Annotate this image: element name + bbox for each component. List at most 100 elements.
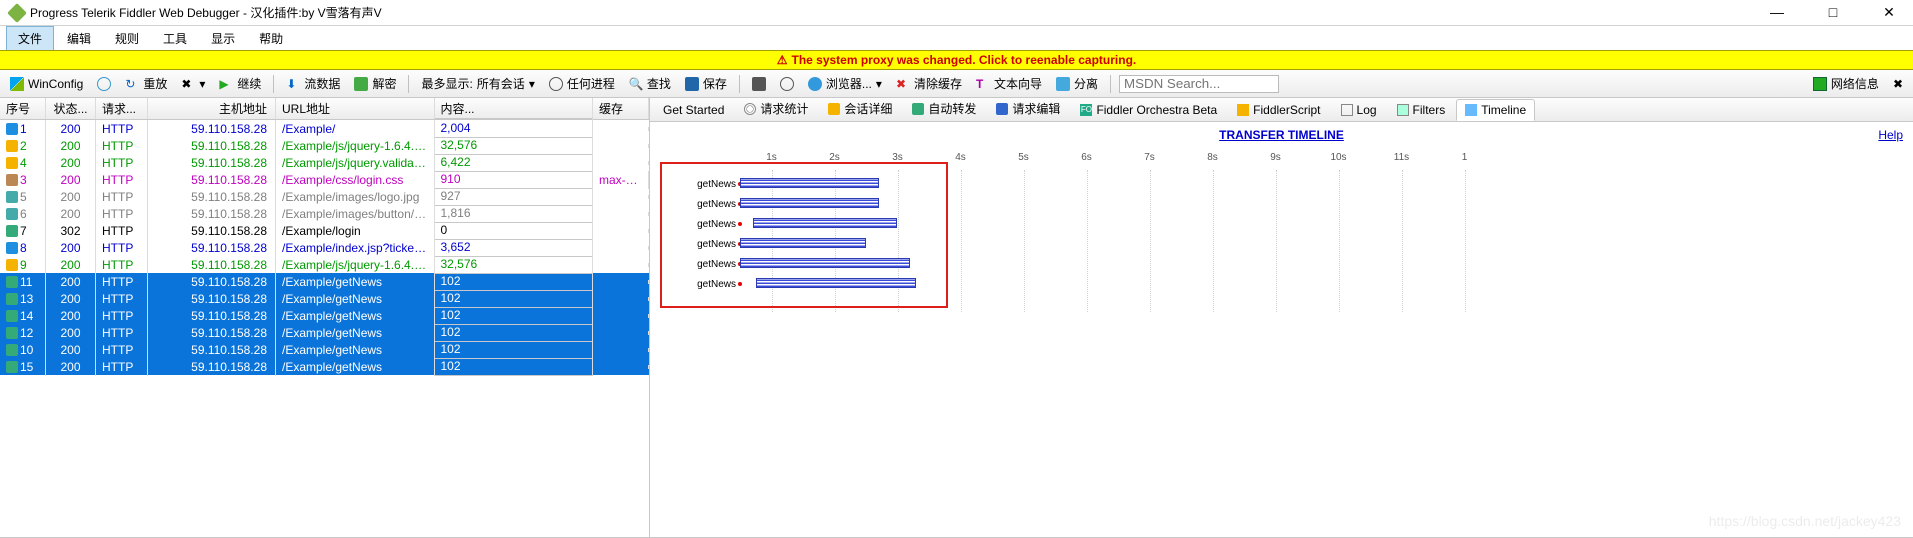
session-row[interactable]: 6200HTTP59.110.158.28/Example/images/but… xyxy=(0,205,649,222)
tab-inspectors[interactable]: 会话详细 xyxy=(819,96,901,121)
any-process-button[interactable]: 任何进程 xyxy=(545,73,619,94)
timeline-row[interactable]: getNews xyxy=(660,194,1893,214)
row-type-icon xyxy=(6,140,18,152)
tab-autoresponder[interactable]: 自动转发 xyxy=(903,96,985,121)
menu-help[interactable]: 帮助 xyxy=(248,27,294,50)
decode-button[interactable]: 解密 xyxy=(350,73,400,94)
row-status: 200 xyxy=(46,120,96,138)
menu-edit[interactable]: 编辑 xyxy=(56,27,102,50)
close-button[interactable]: ✕ xyxy=(1875,4,1903,21)
session-row[interactable]: 5200HTTP59.110.158.28/Example/images/log… xyxy=(0,188,649,205)
tab-orchestra[interactable]: FOFiddler Orchestra Beta xyxy=(1071,99,1226,121)
timeline-tick: 7s xyxy=(1118,152,1181,163)
timer-button[interactable] xyxy=(776,75,798,93)
find-icon: 🔍 xyxy=(629,77,643,91)
online-button[interactable]: 网络信息 xyxy=(1809,73,1883,94)
col-proto[interactable]: 请求... xyxy=(96,98,148,119)
comment-button[interactable] xyxy=(93,75,115,93)
timeline-row[interactable]: getNews xyxy=(660,254,1893,274)
session-row[interactable]: 12200HTTP59.110.158.28/Example/getNews10… xyxy=(0,324,649,341)
session-row[interactable]: 2200HTTP59.110.158.28/Example/js/jquery-… xyxy=(0,137,649,154)
tab-composer[interactable]: 请求编辑 xyxy=(987,96,1069,121)
row-cache xyxy=(593,195,649,199)
row-proto: HTTP xyxy=(96,205,148,223)
session-row[interactable]: 4200HTTP59.110.158.28/Example/js/jquery.… xyxy=(0,154,649,171)
screen-icon xyxy=(1813,77,1827,91)
timeline-tick: 6s xyxy=(1055,152,1118,163)
session-row[interactable]: 14200HTTP59.110.158.28/Example/getNews10… xyxy=(0,307,649,324)
timeline-row[interactable]: getNews xyxy=(660,274,1893,294)
col-url[interactable]: URL地址 xyxy=(276,98,435,119)
menu-file[interactable]: 文件 xyxy=(6,26,54,51)
menu-tools[interactable]: 工具 xyxy=(152,27,198,50)
row-status: 200 xyxy=(46,358,96,376)
menu-view[interactable]: 显示 xyxy=(200,27,246,50)
maximize-button[interactable]: □ xyxy=(1819,4,1847,21)
row-proto: HTTP xyxy=(96,324,148,342)
screenshot-button[interactable] xyxy=(748,75,770,93)
row-status: 200 xyxy=(46,290,96,308)
timeline-tick: 11s xyxy=(1370,152,1433,163)
timeline-label: getNews xyxy=(660,199,740,210)
save-button[interactable]: 保存 xyxy=(681,73,731,94)
textwizard-button[interactable]: T文本向导 xyxy=(972,73,1046,94)
row-url: /Example/index.jsp?ticket=ST-16108846481… xyxy=(276,239,435,257)
timeline-row[interactable]: getNews xyxy=(660,234,1893,254)
tab-getstarted[interactable]: Get Started xyxy=(654,99,733,121)
row-status: 200 xyxy=(46,205,96,223)
row-status: 200 xyxy=(46,154,96,172)
minimize-button[interactable]: — xyxy=(1763,4,1791,21)
session-row[interactable]: 7302HTTP59.110.158.28/Example/login0 xyxy=(0,222,649,239)
winconfig-button[interactable]: WinConfig xyxy=(6,75,87,93)
tab-log[interactable]: Log xyxy=(1332,99,1386,121)
proxy-notice[interactable]: ⚠ The system proxy was changed. Click to… xyxy=(0,50,1913,70)
session-row[interactable]: 11200HTTP59.110.158.28/Example/getNews10… xyxy=(0,273,649,290)
row-cache xyxy=(593,314,649,318)
tab-filters[interactable]: Filters xyxy=(1388,99,1455,121)
tab-timeline[interactable]: Timeline xyxy=(1456,99,1535,121)
col-host[interactable]: 主机地址 xyxy=(148,98,276,119)
help-link[interactable]: Help xyxy=(1878,128,1903,142)
timeline-row[interactable]: getNews xyxy=(660,214,1893,234)
remove-button[interactable]: ✖▾ xyxy=(177,75,209,93)
row-type-icon xyxy=(6,208,18,220)
session-row[interactable]: 10200HTTP59.110.158.28/Example/getNews10… xyxy=(0,341,649,358)
msdn-search-input[interactable] xyxy=(1119,75,1279,93)
row-type-icon xyxy=(6,259,18,271)
tab-stats[interactable]: 请求统计 xyxy=(735,96,817,121)
row-host: 59.110.158.28 xyxy=(148,341,276,359)
tab-fiddlerscript[interactable]: FiddlerScript xyxy=(1228,99,1329,121)
session-row[interactable]: 9200HTTP59.110.158.28/Example/js/jquery-… xyxy=(0,256,649,273)
row-proto: HTTP xyxy=(96,358,148,376)
replay-button[interactable]: ↻重放 xyxy=(121,73,171,94)
browse-button[interactable]: 浏览器... ▾ xyxy=(804,73,886,94)
row-proto: HTTP xyxy=(96,120,148,138)
row-host: 59.110.158.28 xyxy=(148,120,276,138)
row-proto: HTTP xyxy=(96,222,148,240)
session-row[interactable]: 3200HTTP59.110.158.28/Example/css/login.… xyxy=(0,171,649,188)
session-row[interactable]: 13200HTTP59.110.158.28/Example/getNews10… xyxy=(0,290,649,307)
session-row[interactable]: 1200HTTP59.110.158.28/Example/2,004 xyxy=(0,120,649,137)
timeline-label: getNews xyxy=(660,279,740,290)
clearcache-button[interactable]: ✖清除缓存 xyxy=(892,73,966,94)
menu-rules[interactable]: 规则 xyxy=(104,27,150,50)
window-title: Progress Telerik Fiddler Web Debugger - … xyxy=(30,4,1763,21)
find-button[interactable]: 🔍查找 xyxy=(625,73,675,94)
col-cache[interactable]: 缓存 xyxy=(593,98,649,119)
decode-icon xyxy=(354,77,368,91)
row-type-icon xyxy=(6,276,18,288)
close-toolbar-button[interactable]: ✖ xyxy=(1889,75,1907,93)
row-url: /Example/login xyxy=(276,222,435,240)
go-button[interactable]: ▶继续 xyxy=(215,73,265,94)
keep-sessions[interactable]: 最多显示: 所有会话 ▾ xyxy=(417,73,538,94)
col-status[interactable]: 状态... xyxy=(46,98,96,119)
timeline-row[interactable]: getNews xyxy=(660,174,1893,194)
tearoff-button[interactable]: 分离 xyxy=(1052,73,1102,94)
sessions-panel: 序号 状态... 请求... 主机地址 URL地址 内容... 缓存 1200H… xyxy=(0,98,650,537)
col-id[interactable]: 序号 xyxy=(0,98,46,119)
col-body[interactable]: 内容... xyxy=(435,98,594,119)
row-host: 59.110.158.28 xyxy=(148,222,276,240)
session-row[interactable]: 8200HTTP59.110.158.28/Example/index.jsp?… xyxy=(0,239,649,256)
stream-button[interactable]: ⬇流数据 xyxy=(282,73,344,94)
session-row[interactable]: 15200HTTP59.110.158.28/Example/getNews10… xyxy=(0,358,649,375)
